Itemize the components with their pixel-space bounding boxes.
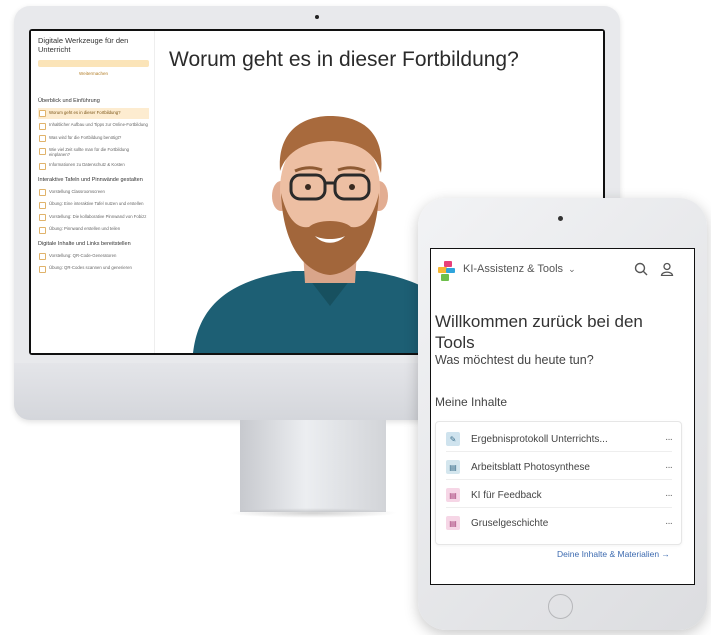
welcome-subtitle: Was möchtest du heute tun?: [435, 353, 594, 367]
lesson-label: Übung: Pinnwand erstellen und teilen: [49, 226, 121, 232]
course-lesson-item[interactable]: Worum geht es in dieser Fortbildung?: [38, 108, 149, 119]
lesson-checkbox-icon[interactable]: [39, 253, 46, 261]
document-icon: ▤: [446, 460, 460, 474]
course-section-title: Überblick und Einführung: [38, 98, 100, 104]
content-list-item[interactable]: ▤ KI für Feedback ···: [446, 483, 673, 508]
course-lesson-item[interactable]: Informationen zu Datenschutz & Kosten: [38, 161, 149, 172]
lesson-checkbox-icon[interactable]: [39, 265, 46, 273]
monitor-stand: [240, 420, 386, 512]
lesson-checkbox-icon[interactable]: [39, 110, 46, 117]
content-list-item[interactable]: ▤ Gruselgeschichte ···: [446, 511, 673, 535]
resume-link[interactable]: Weitermachen: [38, 71, 149, 76]
course-lesson-item[interactable]: Übung: Pinnwand erstellen und teilen: [38, 225, 149, 236]
more-options-icon[interactable]: ···: [665, 518, 673, 529]
lesson-checkbox-icon[interactable]: [39, 135, 46, 142]
more-options-icon[interactable]: ···: [665, 434, 673, 445]
lesson-label: Inhaltlicher Aufbau und Tipps zur Online…: [49, 122, 148, 127]
course-title: Digitale Werkzeuge für den Unterricht: [38, 36, 129, 54]
content-item-label: Ergebnisprotokoll Unterrichts...: [471, 433, 608, 445]
my-content-heading: Meine Inhalte: [435, 395, 508, 409]
tablet-screen: KI-Assistenz & Tools ⌄ Willkommen zurück…: [430, 248, 695, 585]
app-logo-icon[interactable]: [438, 261, 456, 281]
course-sections: Überblick und Einführung Worum geht es in…: [38, 98, 149, 274]
lesson-checkbox-icon[interactable]: [39, 147, 46, 155]
user-icon[interactable]: [660, 262, 674, 276]
course-lesson-item[interactable]: Übung: QR-Codes scannen und generieren: [38, 264, 149, 275]
course-lesson-item[interactable]: Vorstellung: Die kollaborative Pinnwand …: [38, 212, 149, 223]
lesson-checkbox-icon[interactable]: [39, 226, 46, 234]
lesson-label: Vorstellung: Die kollaborative Pinnwand …: [49, 213, 147, 219]
tablet-navbar: KI-Assistenz & Tools ⌄: [431, 249, 694, 289]
lesson-label: Vorstellung: QR-Code-Generatoren: [49, 252, 117, 258]
search-icon[interactable]: [634, 262, 648, 276]
course-lesson-item[interactable]: Inhaltlicher Aufbau und Tipps zur Online…: [38, 121, 149, 132]
more-options-icon[interactable]: ···: [665, 462, 673, 473]
content-list-item[interactable]: ✎ Ergebnisprotokoll Unterrichts... ···: [446, 427, 673, 452]
tablet-device: KI-Assistenz & Tools ⌄ Willkommen zurück…: [418, 198, 707, 630]
course-lesson-item[interactable]: Wie viel Zeit sollte man für die Fortbil…: [38, 146, 149, 159]
lesson-label: Vorstellung Classroomscreen: [49, 188, 105, 194]
lesson-label: Wie viel Zeit sollte man für die Fortbil…: [49, 147, 130, 158]
all-content-link[interactable]: Deine Inhalte & Materialien →: [557, 549, 670, 559]
lesson-label: Informationen zu Datenschutz & Kosten: [49, 162, 125, 168]
chevron-down-icon: ⌄: [568, 263, 576, 274]
course-section-title: Interaktive Tafeln und Pinnwände gestalt…: [38, 177, 143, 184]
content-item-label: Arbeitsblatt Photosynthese: [471, 461, 590, 473]
chat-icon: ▤: [446, 488, 460, 502]
monitor-stand-shadow: [228, 508, 398, 518]
tablet-camera: [558, 216, 563, 221]
course-progress-bar: [38, 60, 149, 67]
lesson-heading: Worum geht es in dieser Fortbildung?: [169, 48, 519, 71]
lesson-label: Was wird für die Fortbildung benötigt?: [49, 134, 122, 140]
more-options-icon[interactable]: ···: [665, 490, 673, 501]
app-switcher-dropdown[interactable]: KI-Assistenz & Tools ⌄: [463, 263, 576, 275]
chat-icon: ▤: [446, 516, 460, 530]
edit-icon: ✎: [446, 432, 460, 446]
tablet-home-button[interactable]: [548, 594, 573, 619]
content-list-item[interactable]: ▤ Arbeitsblatt Photosynthese ···: [446, 455, 673, 480]
monitor-camera: [315, 15, 319, 19]
lesson-checkbox-icon[interactable]: [39, 214, 46, 222]
lesson-checkbox-icon[interactable]: [39, 162, 46, 170]
course-section-title: Digitale Inhalte und Links bereitstellen: [38, 241, 131, 248]
lesson-checkbox-icon[interactable]: [39, 122, 46, 130]
course-sidebar: Digitale Werkzeuge für den Unterricht We…: [31, 31, 155, 353]
lesson-label: Übung: QR-Codes scannen und generieren: [49, 265, 132, 271]
lesson-checkbox-icon[interactable]: [39, 201, 46, 209]
course-lesson-item[interactable]: Vorstellung Classroomscreen: [38, 187, 149, 198]
content-item-label: KI für Feedback: [471, 489, 542, 501]
course-lesson-item[interactable]: Übung: Eine interaktive Tafel nutzen und…: [38, 200, 149, 211]
lesson-checkbox-icon[interactable]: [39, 189, 46, 197]
lesson-label: Worum geht es in dieser Fortbildung?: [49, 109, 121, 115]
content-item-label: Gruselgeschichte: [471, 517, 549, 529]
lesson-label: Übung: Eine interaktive Tafel nutzen und…: [49, 201, 144, 207]
app-switcher-label: KI-Assistenz & Tools: [463, 263, 564, 275]
my-content-list: ✎ Ergebnisprotokoll Unterrichts... ··· ▤ Arb…: [435, 421, 682, 545]
course-lesson-item[interactable]: Vorstellung: QR-Code-Generatoren: [38, 251, 149, 262]
welcome-title: Willkommen zurück bei den Tools: [435, 312, 643, 352]
course-lesson-item[interactable]: Was wird für die Fortbildung benötigt?: [38, 133, 149, 144]
